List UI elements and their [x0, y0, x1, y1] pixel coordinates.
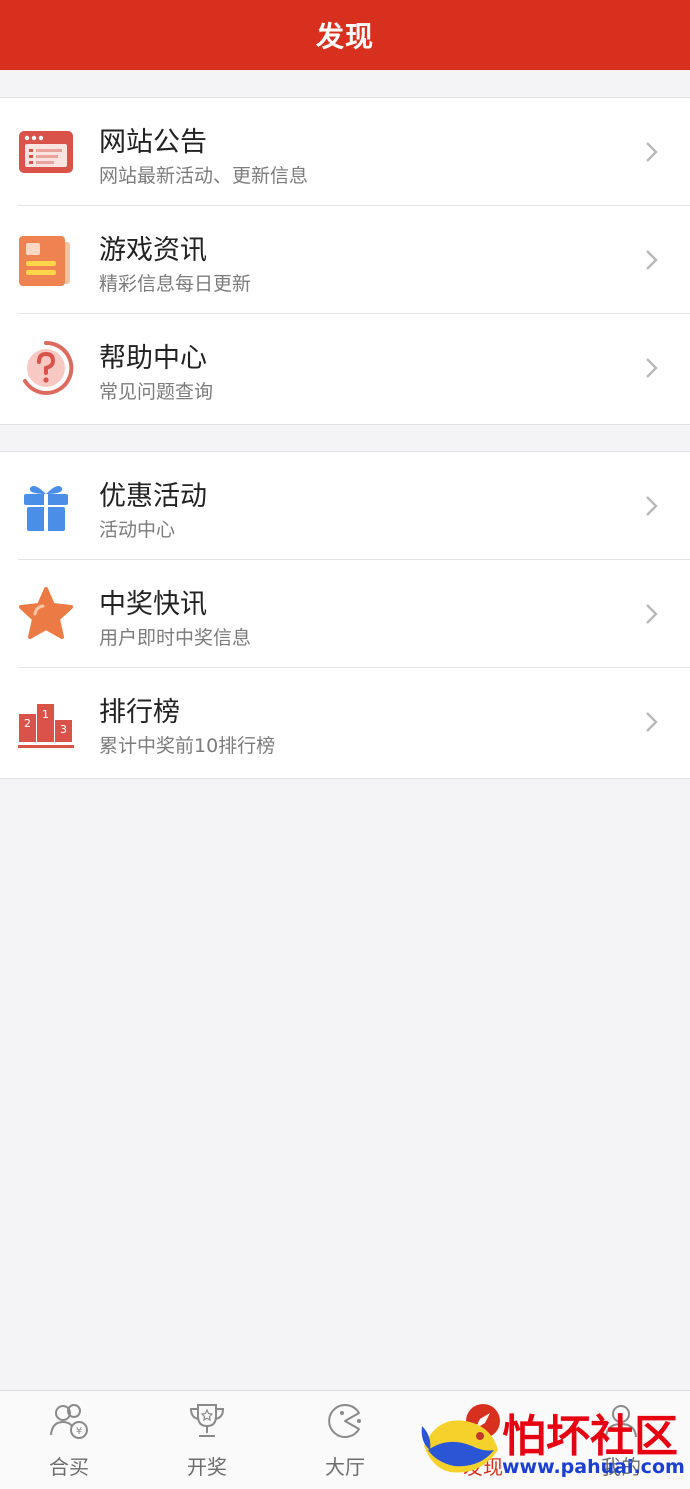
menu-item-help-center[interactable]: 帮助中心 常见问题查询 [0, 313, 690, 422]
menu-item-subtitle: 活动中心 [99, 519, 176, 541]
tab-label: 合买 [49, 1455, 89, 1479]
svg-text:3: 3 [60, 723, 67, 736]
menu-item-winning-news[interactable]: 中奖快讯 用户即时中奖信息 [0, 559, 690, 668]
menu-item-announcements[interactable]: 网站公告 网站最新活动、更新信息 [0, 98, 690, 206]
menu-item-title: 帮助中心 [99, 343, 207, 374]
trophy-icon [189, 1404, 225, 1437]
fish-logo-icon [421, 1420, 498, 1473]
tab-label: 大厅 [325, 1455, 365, 1479]
menu-group-2: 优惠活动 活动中心 中奖快讯 用户即时中奖信息 2 1 3 排行榜 累计中奖前1… [0, 451, 690, 779]
menu-item-title: 游戏资讯 [99, 235, 207, 266]
chevron-right-icon [646, 496, 658, 516]
menu-item-subtitle: 常见问题查询 [99, 381, 214, 403]
chevron-right-icon [646, 712, 658, 732]
menu-item-subtitle: 用户即时中奖信息 [99, 627, 252, 649]
tab-lobby[interactable]: 大厅 [276, 1391, 414, 1489]
menu-item-title: 网站公告 [99, 127, 207, 158]
menu-item-subtitle: 累计中奖前10排行榜 [99, 735, 276, 757]
menu-item-title: 排行榜 [99, 697, 180, 728]
chevron-right-icon [646, 250, 658, 270]
menu-item-title: 优惠活动 [99, 481, 207, 512]
tab-label: 开奖 [187, 1455, 227, 1479]
announcement-browser-icon [19, 131, 73, 173]
svg-text:1: 1 [42, 708, 49, 721]
group-buy-icon: ¥ [50, 1404, 88, 1439]
watermark-url: www.pahuai.com [502, 1456, 685, 1478]
lobby-pacman-icon [328, 1404, 361, 1438]
chevron-right-icon [646, 142, 658, 162]
watermark: 怕坏社区 www.pahuai.com [418, 1398, 690, 1488]
help-question-icon [23, 340, 74, 395]
tab-group-buy[interactable]: ¥ 合买 [0, 1391, 138, 1489]
menu-item-subtitle: 网站最新活动、更新信息 [99, 165, 309, 187]
page-title: 发现 [315, 20, 374, 53]
page-header: 发现 [0, 0, 690, 70]
star-icon [19, 587, 73, 639]
watermark-text: 怕坏社区 [502, 1411, 678, 1462]
svg-text:2: 2 [24, 717, 31, 730]
podium-icon: 2 1 3 [18, 704, 74, 748]
menu-item-leaderboard[interactable]: 2 1 3 排行榜 累计中奖前10排行榜 [0, 667, 690, 776]
tab-lottery-results[interactable]: 开奖 [138, 1391, 276, 1489]
menu-item-title: 中奖快讯 [99, 589, 207, 620]
chevron-right-icon [646, 358, 658, 378]
gift-icon [24, 486, 68, 531]
chevron-right-icon [646, 604, 658, 624]
menu-group-1: 网站公告 网站最新活动、更新信息 游戏资讯 精彩信息每日更新 帮助中心 常见问题… [0, 97, 690, 425]
menu-item-subtitle: 精彩信息每日更新 [99, 273, 252, 295]
svg-text:¥: ¥ [76, 1426, 82, 1437]
menu-item-game-news[interactable]: 游戏资讯 精彩信息每日更新 [0, 205, 690, 314]
news-card-icon [19, 236, 70, 286]
menu-item-promotions[interactable]: 优惠活动 活动中心 [0, 452, 690, 560]
